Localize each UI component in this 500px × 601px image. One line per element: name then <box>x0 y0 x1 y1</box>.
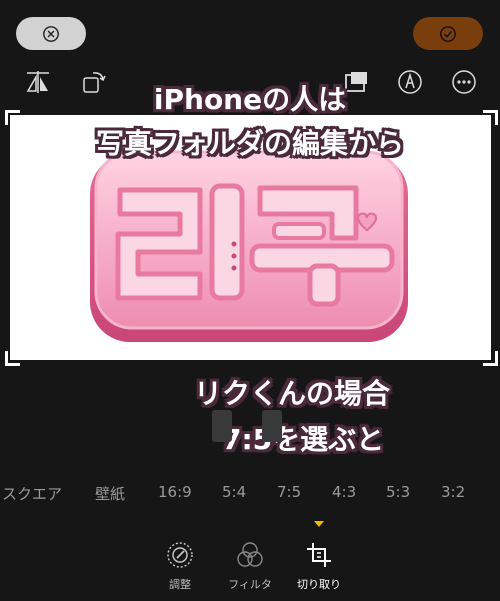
crop-corner-bottom-left[interactable] <box>5 351 20 366</box>
tab-adjust[interactable]: 調整 <box>145 538 215 592</box>
caption-line-3: リクくんの場合 <box>194 377 391 410</box>
tab-filter-label: フィルタ <box>228 578 272 591</box>
caption-line-1: iPhoneの人は <box>153 83 347 116</box>
ratio-wallpaper[interactable]: 壁紙 <box>95 483 125 504</box>
aspect-ratio-list: スクエア 壁紙 16:9 5:4 7:5 4:3 5:3 3:2 <box>0 483 500 505</box>
cancel-icon <box>43 25 59 42</box>
cancel-button[interactable] <box>16 17 86 50</box>
crop-overlay-handle <box>212 410 232 442</box>
tab-crop[interactable]: 切り取り <box>284 538 354 592</box>
crop-overlay-handle <box>262 410 282 442</box>
tab-filter[interactable]: フィルタ <box>215 538 285 592</box>
crop-icon <box>307 543 331 567</box>
caption-line-2: 写真フォルダの編集から <box>95 127 404 160</box>
caption-line-4: 7:5を選ぶと <box>222 423 385 456</box>
ratio-3-2[interactable]: 3:2 <box>441 483 465 501</box>
done-icon <box>440 25 456 42</box>
ratio-square[interactable]: スクエア <box>2 483 62 504</box>
ratio-7-5[interactable]: 7:5 <box>277 483 301 501</box>
crop-corner-bottom-right[interactable] <box>483 351 498 366</box>
filter-icon <box>237 542 263 567</box>
adjust-icon <box>167 542 193 568</box>
riku-logo-image <box>90 150 408 342</box>
active-tab-indicator <box>314 521 324 527</box>
ratio-5-4[interactable]: 5:4 <box>222 483 246 501</box>
ratio-4-3[interactable]: 4:3 <box>332 483 356 501</box>
ratio-5-3[interactable]: 5:3 <box>386 483 410 501</box>
done-button[interactable] <box>413 17 483 50</box>
tab-crop-label: 切り取り <box>297 578 341 591</box>
tab-adjust-label: 調整 <box>169 578 191 591</box>
ratio-16-9[interactable]: 16:9 <box>158 483 192 501</box>
